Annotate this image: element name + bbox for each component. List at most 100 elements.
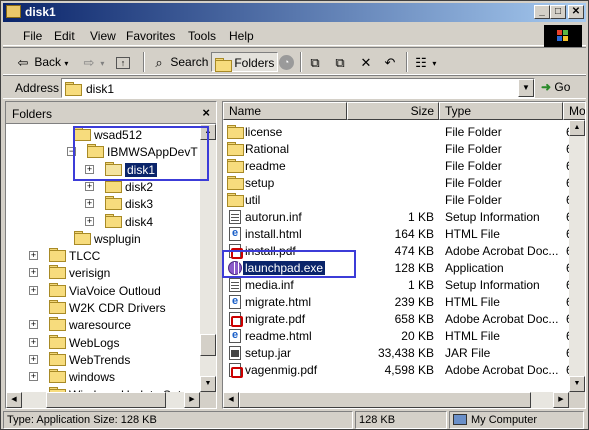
expand-icon[interactable]: + <box>29 286 38 295</box>
scroll-left-button[interactable]: ◀ <box>6 392 22 408</box>
file-row[interactable]: media.inf1 KBSetup Information6/7/ <box>223 276 585 293</box>
files-vertical-scrollbar[interactable]: ▲ ▼ <box>569 120 585 392</box>
scroll-thumb[interactable] <box>200 334 216 356</box>
expand-icon[interactable]: + <box>29 372 38 381</box>
file-row[interactable]: setup.jar33,438 KBJAR File6/7/ <box>223 344 585 361</box>
forward-button[interactable]: ⇨ ▾ <box>81 52 105 72</box>
back-button[interactable]: ⇦ Back ▾ <box>15 52 69 72</box>
title-bar[interactable]: disk1 _ □ ✕ <box>3 3 586 22</box>
file-row[interactable]: RationalFile Folder6/7/ <box>223 140 585 157</box>
search-button[interactable]: ⌕ Search <box>151 52 208 72</box>
tree-item[interactable]: W2K CDR Drivers <box>6 299 200 316</box>
maximize-button[interactable]: □ <box>550 5 566 19</box>
go-button[interactable]: ➜ Go <box>541 80 570 94</box>
expand-icon[interactable]: + <box>85 199 94 208</box>
copy-to-button[interactable]: ⧉ <box>332 52 348 72</box>
folder-icon <box>49 317 66 331</box>
menu-view[interactable]: View <box>90 29 116 43</box>
undo-button[interactable]: ↶ <box>382 52 398 72</box>
menu-tools[interactable]: Tools <box>188 29 216 43</box>
folder-icon <box>6 5 21 18</box>
tree-item[interactable]: + WebLogs <box>6 334 200 351</box>
file-row[interactable]: migrate.html239 KBHTML File6/7/ <box>223 293 585 310</box>
file-row[interactable]: licenseFile Folder6/7/ <box>223 123 585 140</box>
file-size: 20 KB <box>401 329 434 343</box>
file-name: vagenmig.pdf <box>245 363 318 377</box>
file-row[interactable]: readmeFile Folder6/7/ <box>223 157 585 174</box>
status-zone-label: My Computer <box>471 414 538 426</box>
address-input[interactable]: disk1 ▼ <box>61 78 535 98</box>
column-header-modified[interactable]: Mod <box>563 102 585 120</box>
file-type: File Folder <box>445 193 502 207</box>
tree-item[interactable]: + ViaVoice Outloud <box>6 282 200 299</box>
expand-icon[interactable]: + <box>85 182 94 191</box>
scroll-right-button[interactable]: ▶ <box>553 392 569 408</box>
inf-file-icon <box>227 277 243 292</box>
toolbar-separator <box>300 52 302 72</box>
scroll-left-button[interactable]: ◀ <box>223 392 239 408</box>
menu-favorites[interactable]: Favorites <box>126 29 175 43</box>
tree-item[interactable]: + disk3 <box>6 195 200 212</box>
folders-button[interactable]: Folders <box>211 52 279 72</box>
file-row[interactable]: migrate.pdf658 KBAdobe Acrobat Doc...6/7… <box>223 310 585 327</box>
folder-icon <box>227 141 244 156</box>
folder-icon <box>105 196 122 210</box>
file-size: 128 KB <box>394 261 434 275</box>
files-horizontal-scrollbar[interactable]: ◀ ▶ <box>223 392 569 408</box>
tree-item-label: wsplugin <box>94 232 141 246</box>
expand-icon[interactable]: + <box>29 268 38 277</box>
scroll-thumb[interactable] <box>46 392 166 408</box>
up-folder-button[interactable]: ↑ <box>116 52 130 72</box>
file-name: migrate.pdf <box>245 312 306 326</box>
expand-icon[interactable]: + <box>29 251 38 260</box>
tree-item[interactable]: + disk4 <box>6 213 200 230</box>
expand-icon[interactable]: + <box>85 217 94 226</box>
column-header-type[interactable]: Type <box>439 102 563 120</box>
tree-item-label: windows <box>69 370 116 384</box>
history-button[interactable]: ◔ <box>279 52 294 72</box>
close-button[interactable]: ✕ <box>568 5 584 19</box>
tree-item[interactable]: + windows <box>6 368 200 385</box>
folders-pane-title: Folders <box>12 107 53 121</box>
folders-horizontal-scrollbar[interactable]: ◀ ▶ <box>6 392 200 408</box>
tree-item[interactable]: + WebTrends <box>6 351 200 368</box>
file-row[interactable]: vagenmig.pdf 4,598 KB Adobe Acrobat Doc...… <box>223 361 585 378</box>
scroll-down-button[interactable]: ▼ <box>200 376 216 392</box>
expand-icon[interactable]: + <box>29 338 38 347</box>
pdf-file-icon <box>227 311 243 327</box>
minimize-button[interactable]: _ <box>534 5 550 19</box>
scroll-down-button[interactable]: ▼ <box>569 376 585 392</box>
tree-item[interactable]: + verisign <box>6 264 200 281</box>
menu-edit[interactable]: Edit <box>54 29 75 43</box>
file-size: 1 KB <box>407 278 434 292</box>
menu-file[interactable]: File <box>23 29 42 43</box>
file-type: Setup Information <box>445 210 540 224</box>
expand-icon[interactable]: + <box>29 320 38 329</box>
views-button[interactable]: ☷ ▾ <box>413 52 436 72</box>
tree-item[interactable]: + TLCC <box>6 247 200 264</box>
menu-help[interactable]: Help <box>229 29 254 43</box>
column-header-name[interactable]: Name <box>223 102 347 120</box>
file-row[interactable]: utilFile Folder6/7/ <box>223 191 585 208</box>
scroll-up-button[interactable]: ▲ <box>569 120 585 136</box>
standard-toolbar: ⇦ Back ▾ ⇨ ▾ ↑ ⌕ Search Folders ◔ ⧉ ⧉ ✕ … <box>3 47 586 75</box>
file-size: 474 KB <box>394 244 434 258</box>
delete-button[interactable]: ✕ <box>358 52 374 72</box>
folder-icon <box>49 369 66 383</box>
file-name: install.html <box>245 227 302 241</box>
file-row[interactable]: readme.html20 KBHTML File6/7/ <box>223 327 585 344</box>
dropdown-arrow-icon: ▾ <box>100 59 105 68</box>
file-row[interactable]: autorun.inf1 KBSetup Information6/7/ <box>223 208 585 225</box>
scroll-corner <box>200 392 216 408</box>
scroll-thumb[interactable] <box>239 392 531 408</box>
folders-pane-close-button[interactable]: × <box>202 105 210 120</box>
scroll-right-button[interactable]: ▶ <box>184 392 200 408</box>
file-row[interactable]: setupFile Folder6/7/ <box>223 174 585 191</box>
expand-icon[interactable]: + <box>29 355 38 364</box>
column-header-size[interactable]: Size <box>347 102 439 120</box>
move-to-button[interactable]: ⧉ <box>307 52 323 72</box>
tree-item[interactable]: wsplugin <box>6 230 200 247</box>
file-row[interactable]: install.html164 KBHTML File6/7/ <box>223 225 585 242</box>
tree-item[interactable]: + waresource <box>6 316 200 333</box>
address-dropdown-button[interactable]: ▼ <box>518 79 534 97</box>
